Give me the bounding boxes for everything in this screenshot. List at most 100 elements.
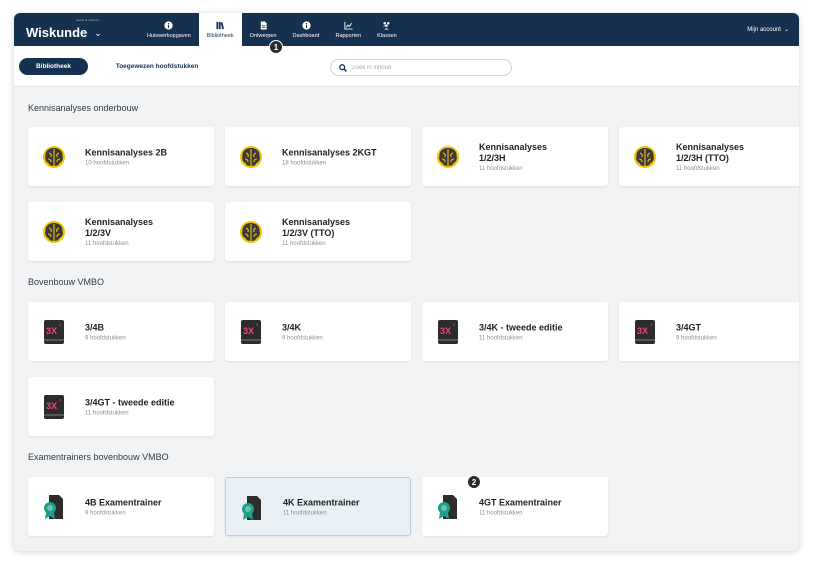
book-3x-icon: 3X4 xyxy=(438,320,458,344)
library-card[interactable]: Kennisanalyses 1/2/3V 11 hoofdstukken xyxy=(28,202,214,261)
card-subtitle: 11 hoofdstukken xyxy=(479,510,523,516)
card-text: 4B Examentrainer 9 hoofdstukken xyxy=(85,497,206,516)
brain-icon xyxy=(43,146,65,168)
card-text: 4K Examentrainer 11 hoofdstukken xyxy=(283,497,402,516)
step-marker-2: 2 xyxy=(467,475,481,489)
card-title: 3/4GT - tweede editie xyxy=(85,397,175,407)
exam-badge-icon xyxy=(438,495,457,519)
info-circle-icon xyxy=(301,20,311,30)
top-navbar: Getal & Ruimte Wiskunde ⌄ Huiswerkopgave… xyxy=(14,13,799,46)
books-icon xyxy=(216,21,224,29)
library-card[interactable]: Kennisanalyses 1/2/3H 11 hoofdstukken xyxy=(422,127,608,186)
nav-label: Rapporten xyxy=(335,32,362,39)
svg-text:3X: 3X xyxy=(46,401,57,411)
brain-icon xyxy=(240,221,262,243)
exam-badge-icon xyxy=(44,495,63,519)
section-title: Bovenbouw VMBO xyxy=(28,277,105,287)
library-card[interactable]: 3X 4 3/4GT 9 hoofdstukken xyxy=(619,302,799,361)
people-icon xyxy=(383,21,390,30)
library-card[interactable]: Kennisanalyses 1/2/3V (TTO) 11 hoofdstuk… xyxy=(225,202,411,261)
brand-switcher[interactable]: Getal & Ruimte Wiskunde ⌄ xyxy=(26,13,102,46)
card-text: 3/4K - tweede editie 11 hoofdstukken xyxy=(479,322,600,341)
card-title: Kennisanalyses 1/2/3H (TTO) xyxy=(676,141,745,163)
brain-icon xyxy=(437,146,459,168)
search-icon xyxy=(339,63,347,72)
svg-text:3X: 3X xyxy=(637,326,648,336)
library-card[interactable]: 3X 4 3/4B 9 hoofdstukken xyxy=(28,302,214,361)
card-title: 3/4GT xyxy=(676,322,702,332)
card-text: 3/4K 9 hoofdstukken xyxy=(282,322,403,341)
svg-text:3X: 3X xyxy=(243,326,254,336)
brand-subtitle: Getal & Ruimte xyxy=(76,18,100,22)
book-3x-icon: 3X4 xyxy=(241,320,261,344)
document-icon xyxy=(260,20,267,30)
card-title: 3/4K - tweede editie xyxy=(479,322,563,332)
search-input[interactable] xyxy=(352,64,492,71)
card-subtitle: 11 hoofdstukken xyxy=(676,165,720,172)
card-text: Kennisanalyses 1/2/3H (TTO) 11 hoofdstuk… xyxy=(676,142,797,172)
card-title: Kennisanalyses 1/2/3H xyxy=(479,141,548,163)
card-subtitle: 9 hoofdstukken xyxy=(85,335,126,341)
nav-klassen[interactable]: Klassen xyxy=(369,13,405,46)
card-subtitle: 11 hoofdstukken xyxy=(282,240,326,247)
nav-rapporten[interactable]: Rapporten xyxy=(327,13,369,46)
library-card[interactable]: 3X 4 3/4GT - tweede editie 11 hoofdstukke… xyxy=(28,377,214,436)
card-title: Kennisanalyses 1/2/3V xyxy=(85,216,154,238)
chevron-down-icon: ⌄ xyxy=(783,27,789,33)
section-title: Kennisanalyses onderbouw xyxy=(28,103,139,113)
step-marker-1: 1 xyxy=(269,40,283,54)
card-title: 3/4B xyxy=(85,322,105,332)
card-text: Kennisanalyses 2KGT 18 hoofdstukken xyxy=(282,147,403,166)
app-window: Getal & Ruimte Wiskunde ⌄ Huiswerkopgave… xyxy=(14,13,799,551)
card-subtitle: 11 hoofdstukken xyxy=(85,410,129,416)
card-subtitle: 11 hoofdstukken xyxy=(85,240,129,247)
card-subtitle: 9 hoofdstukken xyxy=(85,510,126,516)
nav-label: Klassen xyxy=(377,32,397,39)
card-title: Kennisanalyses 2B xyxy=(85,147,168,157)
library-card[interactable]: Kennisanalyses 2KGT 18 hoofdstukken xyxy=(225,127,411,186)
card-text: Kennisanalyses 1/2/3V 11 hoofdstukken xyxy=(85,217,206,247)
card-title: 3/4K xyxy=(282,322,302,332)
library-card[interactable]: Kennisanalyses 1/2/3H (TTO) 11 hoofdstuk… xyxy=(619,127,799,186)
library-card[interactable]: 3X 4 3/4K 9 hoofdstukken xyxy=(225,302,411,361)
card-subtitle: 10 hoofdstukken xyxy=(85,160,130,166)
exam-badge-icon xyxy=(242,496,261,520)
section-title: Examentrainers bovenbouw VMBO xyxy=(28,452,169,462)
tab-toegewezen-hoofdstukken[interactable]: Toegewezen hoofdstukken xyxy=(91,58,223,75)
nav-dashboard[interactable]: Dashboard xyxy=(285,13,328,46)
nav-label: Huiswerkopgaven xyxy=(147,32,191,39)
library-card-selected[interactable]: 4K Examentrainer 11 hoofdstukken xyxy=(225,477,411,536)
account-menu[interactable]: Mijn account ⌄ xyxy=(747,13,789,46)
card-title: 4B Examentrainer xyxy=(85,497,162,507)
card-subtitle: 18 hoofdstukken xyxy=(282,160,327,166)
card-text: 3/4B 9 hoofdstukken xyxy=(85,322,206,341)
card-text: Kennisanalyses 1/2/3H 11 hoofdstukken xyxy=(479,142,600,172)
card-title: 4GT Examentrainer xyxy=(479,497,562,507)
library-card[interactable]: 4B Examentrainer 9 hoofdstukken xyxy=(28,477,214,536)
brand-title: Wiskunde xyxy=(26,24,88,40)
library-card[interactable]: 3X 4 3/4K - tweede editie 11 hoofdstukken xyxy=(422,302,608,361)
book-3x-icon: 3X4 xyxy=(635,320,655,344)
nav-label: Ontwerpen xyxy=(249,32,277,39)
library-card[interactable]: Kennisanalyses 2B 10 hoofdstukken xyxy=(28,127,214,186)
card-text: 3/4GT - tweede editie 11 hoofdstukken xyxy=(85,397,206,416)
tab-bibliotheek[interactable]: Bibliotheek xyxy=(19,58,88,75)
chevron-down-icon: ⌄ xyxy=(94,27,102,38)
card-text: Kennisanalyses 2B 10 hoofdstukken xyxy=(85,147,206,166)
brain-icon xyxy=(634,146,656,168)
svg-text:3X: 3X xyxy=(440,326,451,336)
info-circle-icon xyxy=(164,20,173,30)
library-card[interactable]: 4GT Examentrainer 11 hoofdstukken xyxy=(422,477,608,536)
card-text: Kennisanalyses 1/2/3V (TTO) 11 hoofdstuk… xyxy=(282,217,403,247)
card-subtitle: 11 hoofdstukken xyxy=(479,165,523,172)
nav-huiswerkopgaven[interactable]: Huiswerkopgaven xyxy=(139,13,199,46)
svg-text:3X: 3X xyxy=(46,326,57,336)
nav-label: Bibliotheek xyxy=(206,32,234,39)
card-subtitle: 9 hoofdstukken xyxy=(282,335,323,341)
nav-bibliotheek[interactable]: Bibliotheek xyxy=(198,13,242,46)
search-box[interactable] xyxy=(330,59,512,76)
brain-icon xyxy=(43,221,65,243)
nav-label: Dashboard xyxy=(292,32,320,39)
chart-icon xyxy=(344,21,353,30)
card-title: 4K Examentrainer xyxy=(283,497,360,507)
